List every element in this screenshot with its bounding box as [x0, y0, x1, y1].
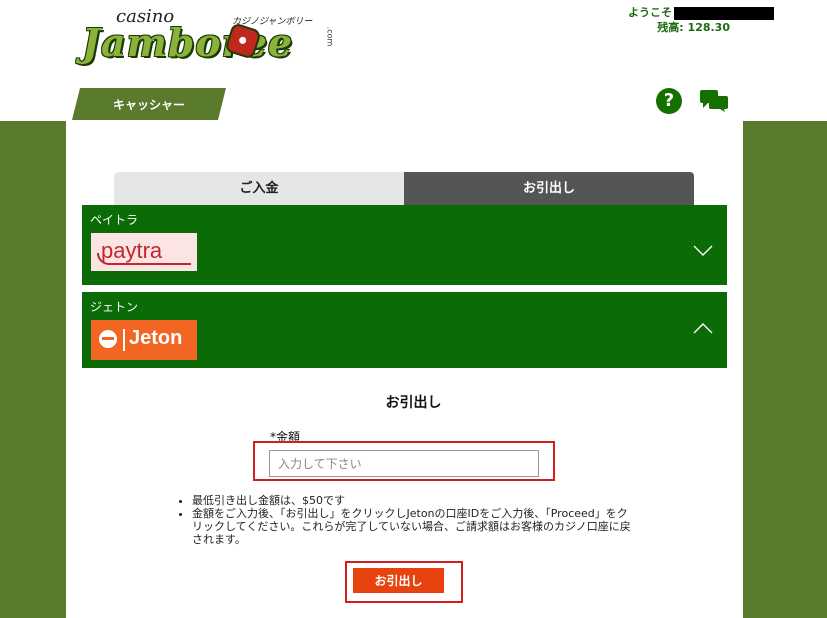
chevron-up-icon[interactable] [693, 322, 713, 334]
chevron-down-icon[interactable] [693, 245, 713, 257]
method-name: ジェトン [90, 300, 139, 314]
paytra-logo: paytra [91, 233, 197, 271]
balance-value: 128.30 [687, 21, 730, 34]
jeton-logo-divider [123, 329, 125, 351]
right-background-band [743, 121, 827, 618]
list-item: 金額をご入力後、「お引出し」をクリックしJetonの口座IDをご入力後、「Pro… [192, 507, 632, 546]
balance-label: 残高: [657, 21, 684, 34]
question-circle-icon[interactable]: ? [656, 88, 682, 114]
method-panel-paytra[interactable]: ペイトラ paytra [82, 205, 727, 285]
welcome-text: ようこそ [628, 4, 774, 20]
balance-display: 残高: 128.30 [657, 19, 730, 35]
withdraw-title: お引出し [385, 395, 442, 411]
logo-suffix-text: .com [325, 26, 335, 47]
amount-input[interactable] [269, 450, 539, 477]
jeton-logo: Jeton [91, 320, 197, 360]
jeton-mark-icon [99, 330, 117, 348]
left-background-band [0, 121, 66, 618]
paytra-logo-text: paytra [101, 238, 163, 263]
redacted-username [674, 6, 774, 20]
withdraw-notes: 最低引き出し金額は、$50です 金額をご入力後、「お引出し」をクリックしJeto… [178, 494, 632, 546]
tab-deposit[interactable]: ご入金 [114, 172, 404, 205]
cashier-tab-label: キャッシャー [112, 98, 185, 112]
method-panel-jeton[interactable]: ジェトン Jeton [82, 292, 727, 368]
cashier-tab[interactable]: キャッシャー [72, 88, 226, 120]
welcome-label: ようこそ [628, 6, 672, 19]
jeton-logo-text: Jeton [129, 327, 183, 349]
cashier-tabs: ご入金 お引出し [114, 172, 694, 205]
chat-bubble-icon[interactable] [700, 90, 728, 112]
site-logo[interactable]: casino Jamboree カジノジャンボリー .com [82, 6, 335, 65]
logo-kana-text: カジノジャンボリー [232, 17, 313, 27]
tab-withdraw[interactable]: お引出し [404, 172, 694, 205]
method-name: ペイトラ [90, 213, 139, 227]
withdraw-button[interactable]: お引出し [353, 568, 444, 593]
list-item: 最低引き出し金額は、$50です [192, 494, 632, 507]
